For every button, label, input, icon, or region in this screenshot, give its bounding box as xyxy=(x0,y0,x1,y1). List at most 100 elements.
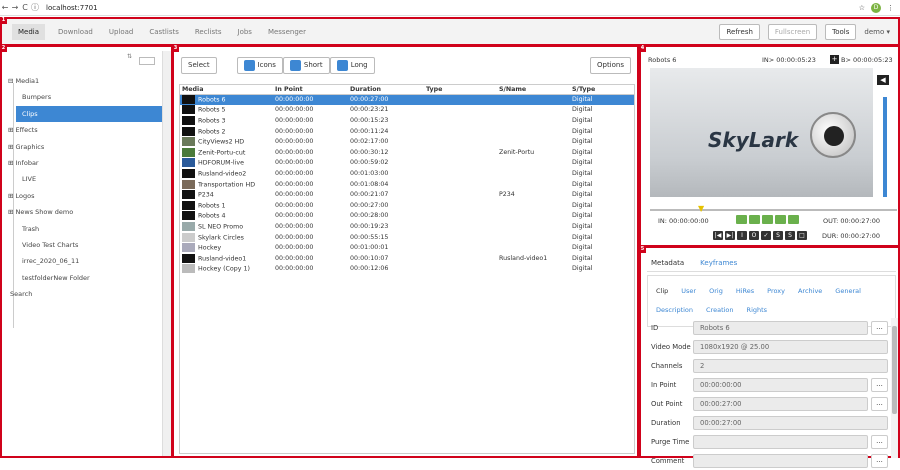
table-row[interactable]: HDFORUM-live 00:00:00:00 00:00:59:02 Digita… xyxy=(180,158,634,169)
speaker-icon[interactable]: ◀ xyxy=(877,75,889,85)
table-row[interactable]: SL NEO Promo 00:00:00:00 00:00:19:23 Digita… xyxy=(180,221,634,232)
subtab-creation[interactable]: Creation xyxy=(706,306,734,314)
tree-item-clips[interactable]: Clips xyxy=(16,105,164,123)
col-stype[interactable]: S/Type xyxy=(570,85,634,95)
field-input[interactable]: 00:00:00:00 xyxy=(693,377,868,392)
browse-button[interactable]: ... xyxy=(871,377,888,392)
table-row[interactable]: Hockey 00:00:00:00 00:01:00:01 Digital xyxy=(180,242,634,253)
menu-jobs[interactable]: Jobs xyxy=(235,26,255,40)
user-menu[interactable]: demo ▾ xyxy=(864,28,890,36)
back-icon[interactable]: ← xyxy=(0,3,10,12)
star-icon[interactable]: ☆ xyxy=(859,4,865,12)
select-button[interactable]: Select xyxy=(181,56,217,74)
snapshot-button[interactable]: S xyxy=(785,231,795,240)
table-row[interactable]: Skylark Circles 00:00:00:00 00:00:55:15 Dig… xyxy=(180,232,634,243)
tree-item-live[interactable]: LIVE xyxy=(8,171,164,187)
field-input[interactable]: 2 xyxy=(693,358,888,373)
next-frame-button[interactable] xyxy=(775,215,786,224)
field-input[interactable]: 00:00:27:00 xyxy=(693,415,888,430)
subtab-rights[interactable]: Rights xyxy=(747,306,768,314)
tree-item-news-show[interactable]: ⊞ News Show demo xyxy=(8,204,164,220)
volume-control[interactable]: ◀ xyxy=(877,75,891,200)
tree-filter-input[interactable] xyxy=(139,57,155,65)
set-in-button[interactable]: I xyxy=(737,231,747,240)
tree-item-testfolder[interactable]: testfolderNew Folder xyxy=(8,270,164,286)
subtab-orig[interactable]: Orig xyxy=(709,287,723,295)
subtab-hires[interactable]: HiRes xyxy=(736,287,754,295)
check-button[interactable]: ✓ xyxy=(761,231,771,240)
volume-bar[interactable] xyxy=(883,97,887,197)
tree-item-search[interactable]: Search xyxy=(8,286,164,302)
split-button[interactable]: S xyxy=(773,231,783,240)
tree-item-logos[interactable]: ⊞ Logos xyxy=(8,188,164,204)
subtab-clip[interactable]: Clip xyxy=(656,287,668,295)
field-input[interactable]: 1080x1920 @ 25.00 xyxy=(693,339,888,354)
col-duration[interactable]: Duration xyxy=(348,85,424,95)
go-end-button[interactable]: ▶| xyxy=(725,231,735,240)
field-input[interactable]: 00:00:27:00 xyxy=(693,396,868,411)
seek-bar[interactable]: ▼ xyxy=(650,204,897,213)
col-media[interactable]: Media xyxy=(180,85,273,95)
tab-keyframes[interactable]: Keyframes xyxy=(700,259,737,267)
sort-icon[interactable]: ⇅ xyxy=(127,53,132,60)
prev-frame-button[interactable] xyxy=(749,215,760,224)
table-row[interactable]: Robots 1 00:00:00:00 00:00:27:00 Digital xyxy=(180,200,634,211)
tools-button[interactable]: Tools xyxy=(825,24,857,40)
table-row[interactable]: Robots 3 00:00:00:00 00:00:15:23 Digital xyxy=(180,115,634,126)
clear-button[interactable]: □ xyxy=(797,231,807,240)
table-row[interactable]: Rusland-video2 00:00:00:00 00:01:03:00 Digi… xyxy=(180,168,634,179)
icons-view-button[interactable]: Icons xyxy=(236,56,283,74)
browse-button[interactable]: ... xyxy=(871,320,888,335)
forward-icon[interactable]: → xyxy=(10,3,20,12)
menu-castlists[interactable]: Castlists xyxy=(146,26,182,40)
tree-scrollbar[interactable] xyxy=(162,51,171,456)
more-icon[interactable]: ⋮ xyxy=(887,4,894,12)
address-bar[interactable]: localhost:7701 xyxy=(46,4,98,12)
table-row[interactable]: CityViews2 HD 00:00:00:00 00:02:17:00 Digit… xyxy=(180,136,634,147)
video-preview[interactable]: SkyLark xyxy=(650,68,873,197)
long-view-button[interactable]: Long xyxy=(329,56,375,74)
subtab-general[interactable]: General xyxy=(835,287,861,295)
fullscreen-button[interactable]: Fullscreen xyxy=(767,24,818,40)
field-input[interactable]: Robots 6 xyxy=(693,320,868,335)
tree-item-effects[interactable]: ⊞ Effects xyxy=(8,122,164,138)
play-button[interactable] xyxy=(762,215,773,224)
table-row[interactable]: Robots 2 00:00:00:00 00:00:11:24 Digital xyxy=(180,126,634,137)
refresh-button[interactable]: Refresh xyxy=(719,24,760,40)
table-row[interactable]: Hockey (Copy 1) 00:00:00:00 00:00:12:06 Dig… xyxy=(180,264,634,275)
table-row[interactable]: Transportation HD 00:00:00:00 00:01:08:04 D… xyxy=(180,179,634,190)
menu-messenger[interactable]: Messenger xyxy=(265,26,309,40)
tree-root[interactable]: ⊟ Media1 xyxy=(8,73,164,89)
field-input[interactable] xyxy=(693,434,868,449)
table-row[interactable]: Robots 6 00:00:00:00 00:00:27:00 Digital xyxy=(180,94,634,105)
set-out-button[interactable]: O xyxy=(749,231,759,240)
subtab-user[interactable]: User xyxy=(681,287,696,295)
col-sname[interactable]: S/Name xyxy=(497,85,570,95)
table-row[interactable]: Zenit-Portu-cut 00:00:00:00 00:00:30:12 Zen… xyxy=(180,147,634,158)
options-button[interactable]: Options xyxy=(589,56,631,74)
forward-button[interactable] xyxy=(788,215,799,224)
browse-button[interactable]: ... xyxy=(871,396,888,411)
tree-item-video-test[interactable]: Video Test Charts xyxy=(8,237,164,253)
table-row[interactable]: Rusland-video1 00:00:00:00 00:00:10:07 Rusl… xyxy=(180,253,634,264)
tree-item-bumpers[interactable]: Bumpers xyxy=(8,89,164,105)
tree-item-irrec[interactable]: irrec_2020_06_11 xyxy=(8,253,164,269)
table-row[interactable]: Robots 4 00:00:00:00 00:00:28:00 Digital xyxy=(180,211,634,222)
menu-media[interactable]: Media xyxy=(12,24,46,40)
short-view-button[interactable]: Short xyxy=(282,56,330,74)
col-in-point[interactable]: In Point xyxy=(273,85,348,95)
subtab-proxy[interactable]: Proxy xyxy=(767,287,785,295)
subtab-archive[interactable]: Archive xyxy=(798,287,822,295)
add-mark-icon[interactable]: + xyxy=(830,55,839,64)
avatar[interactable]: D xyxy=(871,2,881,13)
menu-download[interactable]: Download xyxy=(55,26,96,40)
seek-handle[interactable]: ▼ xyxy=(698,204,704,213)
table-row[interactable]: Robots 5 00:00:00:00 00:00:23:21 Digital xyxy=(180,105,634,116)
tab-metadata[interactable]: Metadata xyxy=(651,259,684,267)
field-input[interactable] xyxy=(693,453,868,468)
tree-item-infobar[interactable]: ⊞ Infobar xyxy=(8,155,164,171)
browse-button[interactable]: ... xyxy=(871,434,888,449)
col-type[interactable]: Type xyxy=(424,85,497,95)
menu-upload[interactable]: Upload xyxy=(106,26,137,40)
browse-button[interactable]: ... xyxy=(871,453,888,468)
